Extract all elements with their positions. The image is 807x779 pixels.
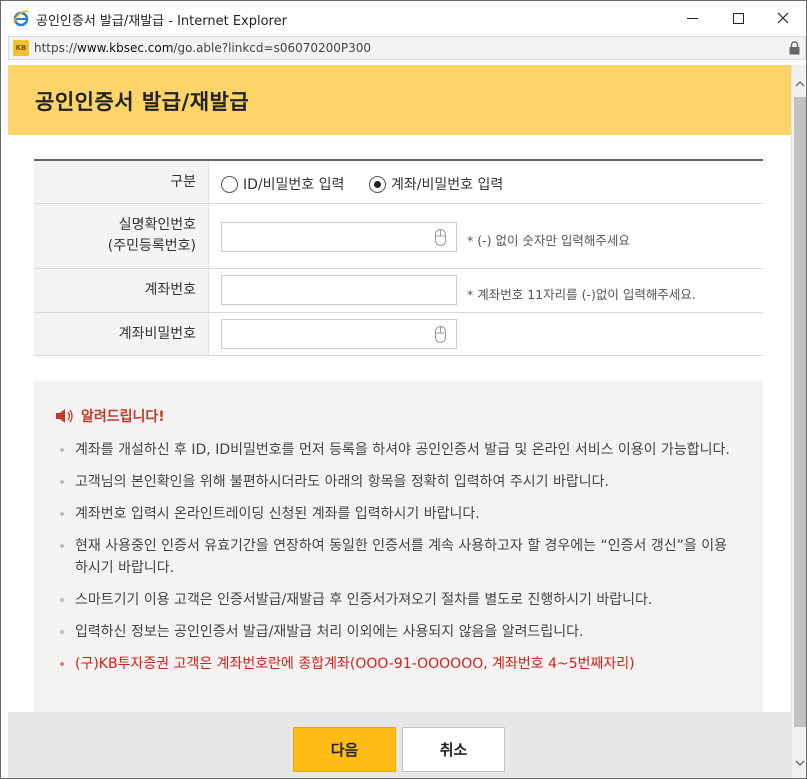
id-number-cell: * (-) 없이 숫자만 입력해주세요 — [209, 204, 763, 268]
scrollbar-thumb[interactable] — [794, 97, 806, 727]
url-host: www.kbsec.com — [77, 41, 174, 55]
radio-circle-checked[interactable] — [369, 175, 386, 193]
radio-account-password[interactable]: 계좌/비밀번호 입력 — [369, 174, 503, 194]
ie-icon — [13, 10, 29, 27]
page-header: 공인인증서 발급/재발급 — [8, 65, 791, 135]
url-path: /go.able?linkcd=s06070200P300 — [173, 41, 372, 55]
id-number-label-line2: (주민등록번호) — [107, 238, 196, 254]
password-label: 계좌비밀번호 — [34, 313, 209, 355]
lock-icon[interactable] — [789, 41, 800, 55]
account-hint: * 계좌번호 11자리를 (-)없이 입력해주세요. — [467, 287, 696, 302]
id-number-label-line1: 실명확인번호 — [118, 217, 196, 233]
password-cell — [209, 313, 763, 355]
speaker-icon — [56, 409, 73, 423]
notice-item: 계좌번호 입력시 온라인트레이딩 신청된 계좌를 입력하시기 바랍니다. — [58, 503, 733, 525]
radio-label: ID/비밀번호 입력 — [243, 177, 345, 193]
row-account: 계좌번호 * 계좌번호 11자리를 (-)없이 입력해주세요. — [34, 269, 763, 313]
page-viewport: 공인인증서 발급/재발급 구분 ID/비밀번호 입력 계좌/비밀번호 입력 실명… — [8, 65, 791, 778]
vertical-scrollbar[interactable] — [791, 65, 806, 778]
password-input[interactable] — [221, 319, 457, 349]
scroll-down-icon[interactable] — [795, 758, 805, 768]
title-bar[interactable]: 공인인증서 발급/재발급 - Internet Explorer — [1, 1, 806, 35]
maximize-icon — [732, 12, 744, 24]
notice-item: 스마트기기 이용 고객은 인증서발급/재발급 후 인증서가져오기 절차를 별도로… — [58, 589, 733, 611]
notice-list: 계좌를 개설하신 후 ID, ID비밀번호를 먼저 등록을 하셔야 공인인증서 … — [58, 439, 733, 685]
radio-label: 계좌/비밀번호 입력 — [391, 177, 504, 193]
account-label: 계좌번호 — [34, 269, 209, 312]
radio-circle[interactable] — [221, 175, 238, 193]
footer-bar: 다음 취소 — [8, 712, 791, 778]
id-number-input[interactable] — [221, 222, 457, 252]
account-input[interactable] — [221, 275, 457, 305]
row-password: 계좌비밀번호 — [34, 313, 763, 356]
kb-favicon-icon: KB — [13, 40, 29, 56]
account-cell: * 계좌번호 11자리를 (-)없이 입력해주세요. — [209, 269, 763, 312]
window-title: 공인인증서 발급/재발급 - Internet Explorer — [36, 14, 287, 29]
address-bar[interactable]: KB https://www.kbsec.com/go.able?linkcd=… — [8, 36, 806, 60]
scroll-up-icon[interactable] — [795, 79, 805, 89]
type-label: 구분 — [34, 161, 209, 203]
minimize-icon — [686, 17, 698, 19]
notice-item-warning: (구)KB투자증권 고객은 계좌번호란에 종합계좌(OOO-91-OOOOOO,… — [58, 653, 733, 675]
notice-heading-text: 알려드립니다! — [81, 409, 165, 425]
notice-item: 현재 사용중인 인증서 유효기간을 연장하여 동일한 인증서를 계속 사용하고자… — [58, 535, 733, 579]
close-icon — [777, 12, 789, 24]
mouse-icon[interactable] — [435, 326, 446, 343]
mouse-icon[interactable] — [435, 229, 446, 246]
page-title: 공인인증서 발급/재발급 — [35, 90, 250, 114]
minimize-button[interactable] — [669, 1, 715, 35]
url-scheme: https:// — [34, 41, 78, 55]
notice-heading: 알려드립니다! — [55, 406, 165, 426]
notice-item: 입력하신 정보는 공인인증서 발급/재발급 처리 이외에는 사용되지 않음을 알… — [58, 621, 733, 643]
cancel-button[interactable]: 취소 — [402, 727, 505, 772]
cert-form: 구분 ID/비밀번호 입력 계좌/비밀번호 입력 실명확인번호 (주민등록번호)… — [34, 159, 763, 356]
notice-item: 고객님의 본인확인을 위해 불편하시더라도 아래의 항목을 정확히 입력하여 주… — [58, 471, 733, 493]
type-options: ID/비밀번호 입력 계좌/비밀번호 입력 — [209, 161, 763, 203]
notice-item: 계좌를 개설하신 후 ID, ID비밀번호를 먼저 등록을 하셔야 공인인증서 … — [58, 439, 733, 461]
maximize-button[interactable] — [715, 1, 761, 35]
close-button[interactable] — [760, 1, 806, 35]
row-type: 구분 ID/비밀번호 입력 계좌/비밀번호 입력 — [34, 161, 763, 204]
url-text[interactable]: https://www.kbsec.com/go.able?linkcd=s06… — [34, 41, 371, 55]
browser-window: 공인인증서 발급/재발급 - Internet Explorer KB http… — [0, 0, 807, 779]
id-number-label: 실명확인번호 (주민등록번호) — [34, 204, 209, 268]
next-button[interactable]: 다음 — [293, 727, 396, 772]
radio-id-password[interactable]: ID/비밀번호 입력 — [221, 174, 344, 194]
row-id-number: 실명확인번호 (주민등록번호) * (-) 없이 숫자만 입력해주세요 — [34, 204, 763, 269]
id-number-hint: * (-) 없이 숫자만 입력해주세요 — [467, 233, 630, 248]
